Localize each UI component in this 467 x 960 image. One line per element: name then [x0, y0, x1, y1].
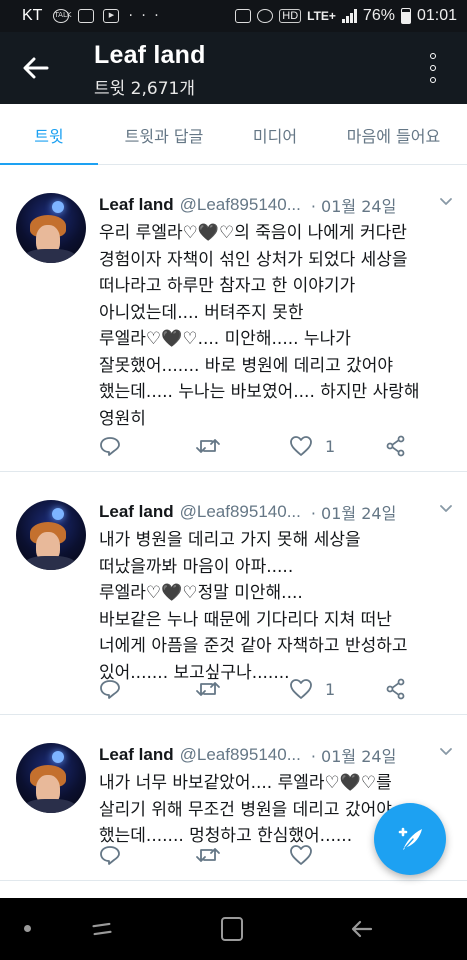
tweet-actions: 1 — [99, 433, 429, 459]
like-button[interactable]: 1 — [289, 676, 335, 702]
tab-tweets[interactable]: 트윗 — [0, 104, 98, 166]
compose-tweet-button[interactable] — [374, 803, 446, 875]
tweet-text: 우리 루엘라♡🖤♡의 죽음이 나에게 커다란 경험이자 자책이 섞인 상처가 되… — [99, 223, 420, 429]
status-bar: KT TALK ▶ · · · HD LTE+ 76% 01:01 — [0, 0, 467, 32]
arrow-left-icon — [23, 57, 49, 79]
reply-button[interactable] — [99, 842, 121, 868]
tweet-author-handle: @Leaf895140... — [179, 195, 301, 214]
talk-icon: TALK — [53, 9, 71, 23]
reply-icon — [100, 437, 120, 456]
tab-media[interactable]: 미디어 — [230, 104, 320, 165]
network-label: LTE+ — [307, 9, 336, 23]
more-dot — [430, 65, 436, 71]
tweet-author-handle: @Leaf895140... — [179, 502, 301, 521]
retweet-button[interactable] — [195, 433, 221, 459]
tweet-actions: 1 — [99, 676, 429, 702]
tab-tweets-and-replies[interactable]: 트윗과 답글 — [98, 104, 230, 165]
page-title: Leaf land — [94, 41, 206, 69]
tweet-author-name: Leaf land — [99, 745, 174, 764]
share-button[interactable] — [385, 433, 407, 459]
status-time: 01:01 — [416, 7, 457, 24]
hd-label: HD — [279, 9, 302, 23]
more-dot — [430, 77, 436, 83]
heart-icon — [290, 845, 312, 865]
battery-icon — [400, 8, 411, 24]
heart-icon — [290, 436, 312, 456]
retweet-button[interactable] — [195, 676, 221, 702]
tweet-timeline: Leaf land @Leaf895140... · 01월 24일 우리 루엘… — [0, 165, 467, 881]
chevron-down-icon[interactable] — [439, 502, 453, 516]
battery-percent: 76% — [362, 7, 395, 24]
avatar[interactable] — [16, 743, 86, 813]
chevron-down-icon[interactable] — [439, 195, 453, 209]
tweet-header: Leaf land @Leaf895140... · 01월 24일 — [99, 500, 453, 524]
heart-icon — [290, 679, 312, 699]
tweet-text: 내가 병원을 데리고 가지 못해 세상을 떠났을까봐 마음이 아파..... 루… — [99, 530, 408, 683]
like-count: 1 — [325, 679, 336, 699]
youtube-icon: ▶ — [103, 9, 120, 23]
reply-button[interactable] — [99, 676, 121, 702]
retweet-icon — [196, 682, 220, 696]
tweet-author-name: Leaf land — [99, 502, 174, 521]
signal-icon — [341, 9, 357, 23]
gallery-icon — [78, 9, 95, 23]
nav-indicator-dot — [24, 925, 31, 932]
reply-icon — [100, 846, 120, 865]
like-button[interactable]: 1 — [289, 433, 335, 459]
reply-icon — [100, 680, 120, 699]
recent-apps-icon[interactable] — [90, 917, 114, 941]
profile-header: Leaf land 트윗 2,671개 — [0, 32, 467, 104]
status-right: HD LTE+ 76% 01:01 — [235, 7, 457, 25]
avatar[interactable] — [16, 500, 86, 570]
system-nav-bar — [0, 898, 467, 960]
like-button[interactable] — [289, 842, 325, 868]
compose-tweet-icon — [398, 827, 422, 850]
carrier-label: KT — [22, 7, 43, 24]
vibrate-icon — [235, 9, 252, 23]
alarm-icon — [257, 9, 274, 23]
tab-likes[interactable]: 마음에 들어요 — [320, 104, 467, 165]
back-nav-icon[interactable] — [350, 917, 374, 941]
retweet-button[interactable] — [195, 842, 221, 868]
share-icon — [386, 678, 405, 700]
share-button[interactable] — [385, 676, 407, 702]
tweet-date: · 01월 24일 — [310, 747, 397, 766]
more-vertical-icon — [430, 53, 436, 59]
retweet-icon — [196, 848, 220, 862]
profile-tabs: 트윗 트윗과 답글 미디어 마음에 들어요 — [0, 104, 467, 166]
tweet-author-handle: @Leaf895140... — [179, 745, 301, 764]
tweet-author-name: Leaf land — [99, 195, 174, 214]
tweet[interactable]: Leaf land @Leaf895140... · 01월 24일 내가 병원… — [0, 472, 467, 715]
home-button-icon[interactable] — [221, 917, 243, 941]
reply-button[interactable] — [99, 433, 121, 459]
tweet-count: 트윗 2,671개 — [94, 79, 195, 99]
tweet-header: Leaf land @Leaf895140... · 01월 24일 — [99, 743, 453, 767]
tweet-header: Leaf land @Leaf895140... · 01월 24일 — [99, 193, 453, 217]
more-notifications-icon: · · · — [128, 8, 161, 24]
share-icon — [386, 435, 405, 457]
retweet-icon — [196, 439, 220, 453]
status-left: KT TALK ▶ · · · — [22, 7, 161, 25]
more-options-button[interactable] — [421, 50, 445, 86]
tweet-date: · 01월 24일 — [310, 504, 397, 523]
avatar[interactable] — [16, 193, 86, 263]
tweet[interactable]: Leaf land @Leaf895140... · 01월 24일 우리 루엘… — [0, 165, 467, 472]
like-count: 1 — [325, 436, 336, 456]
back-button[interactable] — [20, 52, 52, 84]
chevron-down-icon[interactable] — [439, 745, 453, 759]
tweet-date: · 01월 24일 — [310, 197, 397, 216]
